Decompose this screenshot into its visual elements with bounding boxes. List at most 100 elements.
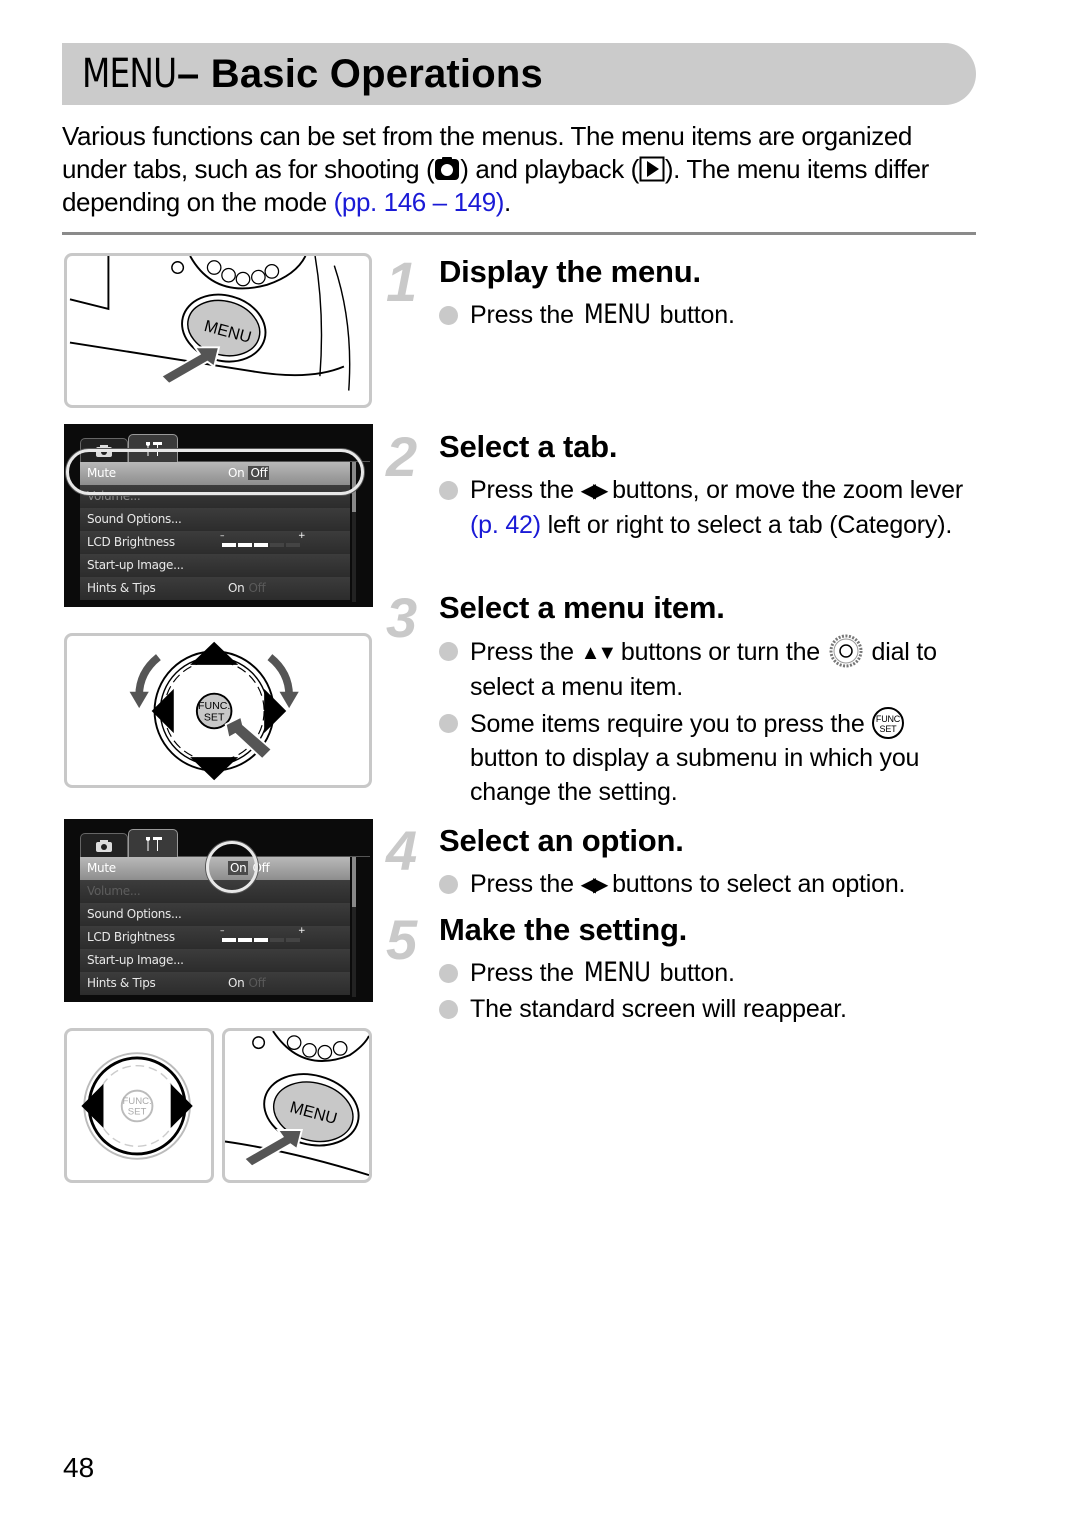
bullet-dot-icon: [439, 964, 458, 983]
intro-paragraph: Various functions can be set from the me…: [62, 120, 982, 219]
page-title-bar: MENU – Basic Operations: [62, 43, 976, 105]
row-label: Mute: [87, 861, 116, 876]
plus-label: +: [298, 531, 306, 541]
section-divider: [62, 232, 976, 235]
option-off[interactable]: Off: [248, 976, 265, 990]
menu-row-lcd-brightness[interactable]: LCD Brightness – +: [80, 531, 350, 554]
left-right-buttons-illustration: FUNC. SET: [64, 1028, 214, 1183]
option-on[interactable]: On: [228, 581, 245, 595]
bullet-dot-icon: [439, 714, 458, 733]
minus-label: –: [220, 926, 225, 936]
step-number: 3: [386, 586, 418, 649]
row-label: Hints & Tips: [87, 976, 156, 991]
intro-text: .: [504, 187, 511, 217]
bullet-item: Press the ◀▶ buttons to select an option…: [439, 867, 979, 902]
step-bullets: Press the MENU button.: [439, 298, 979, 334]
menu-row-hints-tips[interactable]: Hints & Tips On Off: [80, 577, 350, 600]
step-number: 4: [386, 819, 418, 882]
control-dial-icon: [827, 634, 865, 668]
row-label: Sound Options...: [87, 907, 182, 922]
menu-row-lcd-brightness[interactable]: LCD Brightness – +: [80, 926, 350, 949]
set-label: SET: [204, 712, 225, 724]
scrollbar[interactable]: [352, 857, 356, 997]
step-number: 2: [386, 425, 418, 488]
set-label: SET: [128, 1107, 147, 1118]
level-segment: [238, 543, 252, 547]
left-right-arrows-icon: ◀▶: [580, 874, 609, 896]
bullet-item: Press the MENU button.: [439, 956, 979, 990]
plus-label: +: [298, 926, 306, 936]
menu-row-startup-image[interactable]: Start-up Image...: [80, 554, 350, 577]
step-bullets: Press the ◀▶ buttons, or move the zoom l…: [439, 473, 979, 544]
control-dial-illustration: FUNC. SET: [64, 633, 372, 788]
svg-text:SET: SET: [880, 724, 898, 734]
func-label: FUNC.: [122, 1096, 151, 1107]
row-label: Hints & Tips: [87, 581, 156, 596]
step-title: Select a tab.: [439, 429, 618, 464]
menu-row-sound-options[interactable]: Sound Options...: [80, 903, 350, 926]
page-link[interactable]: (p. 42): [470, 511, 541, 539]
title-menu-word: MENU: [82, 51, 177, 97]
row-label: Start-up Image...: [87, 953, 184, 968]
bullet-dot-icon: [439, 481, 458, 500]
step-bullets: Press the ◀▶ buttons to select an option…: [439, 867, 979, 904]
bullet-item: Some items require you to press the FUNC…: [439, 706, 979, 809]
step-title: Make the setting.: [439, 912, 688, 947]
level-segment: [222, 543, 236, 547]
menu-button-illustration-2: MENU: [222, 1028, 372, 1183]
option-off[interactable]: Off: [248, 581, 265, 595]
step-title: Select a menu item.: [439, 590, 725, 625]
level-segment: [286, 938, 300, 942]
svg-text:FUNC: FUNC: [876, 714, 901, 724]
bullet-dot-icon: [439, 1000, 458, 1019]
row-label: Volume...: [87, 884, 141, 899]
menu-row-startup-image[interactable]: Start-up Image...: [80, 949, 350, 972]
brightness-level-bar[interactable]: – +: [220, 926, 306, 944]
setup-tab[interactable]: [128, 829, 178, 858]
step-number: 1: [386, 250, 418, 313]
camera-icon: [96, 839, 112, 852]
step-number: 5: [386, 908, 418, 971]
level-segment: [222, 938, 236, 942]
bullet-dot-icon: [439, 642, 458, 661]
camera-tab[interactable]: [80, 833, 128, 857]
bullet-item: Press the MENU button.: [439, 298, 979, 332]
level-segment: [238, 938, 252, 942]
level-segment: [286, 543, 300, 547]
bullet-dot-icon: [439, 306, 458, 325]
up-down-arrows-icon: ▲▼: [580, 642, 618, 664]
page-number: 48: [63, 1452, 95, 1483]
level-segment: [270, 543, 284, 547]
camera-menu-screen-step4: Mute On Off Volume... Sound Options... LC…: [64, 819, 373, 1002]
bullet-item: Press the ▲▼ buttons or turn the dial to…: [439, 634, 979, 704]
menu-button-glyph: MENU: [583, 299, 651, 330]
camera-menu-screen-step2: Mute On Off Volume... Sound Options... LC…: [64, 424, 373, 607]
setup-tools-icon: [146, 837, 162, 851]
left-right-arrows-icon: ◀▶: [580, 480, 609, 502]
step-title: Select an option.: [439, 823, 684, 858]
page-title: – Basic Operations: [176, 51, 543, 96]
option-on[interactable]: On: [228, 976, 245, 990]
row-label: Start-up Image...: [87, 558, 184, 573]
row-label: Sound Options...: [87, 512, 182, 527]
brightness-level-bar[interactable]: – +: [220, 531, 306, 549]
menu-row-sound-options[interactable]: Sound Options...: [80, 508, 350, 531]
step-bullets: Press the MENU button. The standard scre…: [439, 956, 979, 1028]
bullet-item: The standard screen will reappear.: [439, 992, 979, 1026]
level-segment: [254, 938, 268, 942]
row-label: LCD Brightness: [87, 535, 175, 550]
level-segment: [270, 938, 284, 942]
camera-icon: [434, 156, 460, 182]
bullet-item: Press the ◀▶ buttons, or move the zoom l…: [439, 473, 979, 542]
intro-text: ) and playback (: [460, 154, 639, 184]
minus-label: –: [220, 531, 225, 541]
playback-icon: [639, 156, 665, 182]
highlight-circle: [206, 841, 258, 893]
func-set-button-icon: FUNC SET: [871, 706, 905, 740]
step-bullets: Press the ▲▼ buttons or turn the dial to…: [439, 634, 979, 811]
menu-button-illustration: MENU: [64, 253, 372, 408]
menu-row-hints-tips[interactable]: Hints & Tips On Off: [80, 972, 350, 995]
row-label: LCD Brightness: [87, 930, 175, 945]
page-link[interactable]: (pp. 146 – 149): [334, 187, 505, 217]
level-segment: [254, 543, 268, 547]
